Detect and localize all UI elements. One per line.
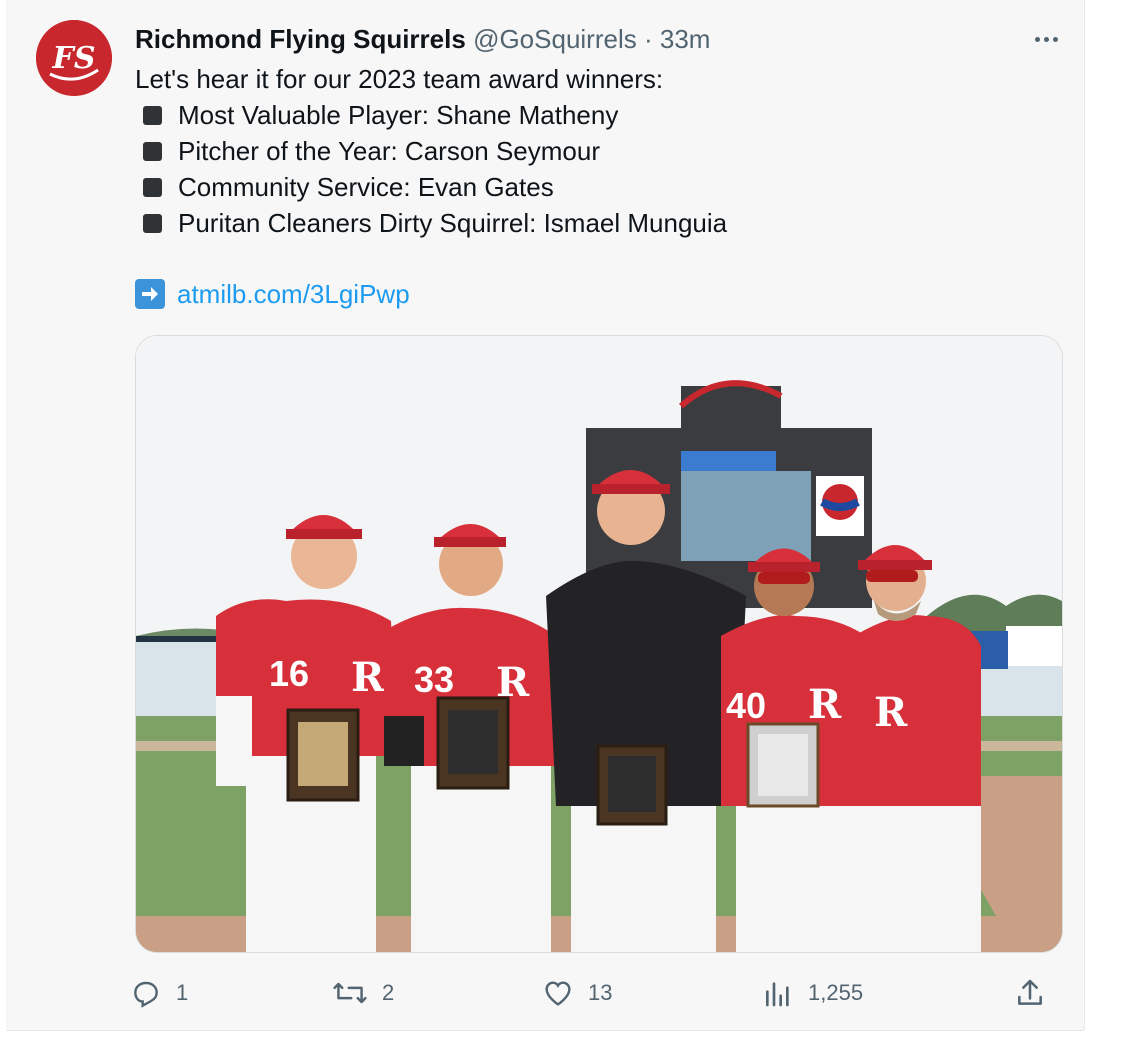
square-bullet-icon — [143, 105, 162, 125]
award-item: Most Valuable Player: Shane Matheny — [135, 97, 727, 133]
jersey-letter: R — [874, 689, 908, 736]
jersey-number: 33 — [414, 659, 454, 700]
divider — [1084, 0, 1085, 1030]
team-photo: 16 R 33 R 40 R R — [136, 336, 1062, 952]
award-item: Puritan Cleaners Dirty Squirrel: Ismael … — [135, 205, 727, 241]
retweet-count: 2 — [382, 980, 395, 1005]
jersey-letter: R — [808, 681, 842, 728]
bar-chart-icon — [766, 982, 789, 1007]
jersey-number: 40 — [726, 685, 766, 726]
award-item: Pitcher of the Year: Carson Seymour — [135, 133, 727, 169]
author-name[interactable]: Richmond Flying Squirrels — [135, 24, 466, 54]
share-button[interactable] — [1014, 975, 1060, 1011]
like-button[interactable]: 13 — [542, 975, 612, 1011]
tweet-header: Richmond Flying Squirrels @GoSquirrels ·… — [135, 22, 710, 56]
tweet-photo[interactable]: 16 R 33 R 40 R R — [135, 335, 1063, 953]
square-bullet-icon — [143, 177, 162, 197]
team-logo: FS — [36, 20, 112, 96]
heart-icon — [545, 981, 571, 1006]
share-icon — [1018, 979, 1042, 1005]
award-text: Most Valuable Player: Shane Matheny — [178, 100, 619, 130]
reply-icon — [134, 981, 158, 1008]
link-row: atmilb.com/3LgiPwp — [135, 276, 410, 312]
separator-dot: · — [643, 24, 653, 54]
jersey-letter: R — [351, 654, 385, 701]
author-handle[interactable]: @GoSquirrels — [473, 24, 637, 54]
award-item: Community Service: Evan Gates — [135, 169, 727, 205]
award-text: Community Service: Evan Gates — [178, 172, 554, 202]
tweet-link[interactable]: atmilb.com/3LgiPwp — [177, 279, 410, 310]
views-button[interactable]: 1,255 — [762, 975, 863, 1011]
timestamp[interactable]: 33m — [660, 24, 711, 54]
like-count: 13 — [588, 980, 613, 1005]
retweet-button[interactable]: 2 — [332, 975, 394, 1011]
jersey-number: 16 — [269, 653, 309, 694]
square-bullet-icon — [143, 141, 162, 161]
views-count: 1,255 — [808, 980, 864, 1005]
more-dots-icon[interactable] — [1028, 30, 1064, 48]
award-text: Pitcher of the Year: Carson Seymour — [178, 136, 601, 166]
reply-count: 1 — [176, 980, 189, 1005]
square-bullet-icon — [143, 213, 162, 233]
avatar-initials: FS — [52, 41, 96, 76]
reply-button[interactable]: 1 — [130, 975, 188, 1011]
tweet-text: Let's hear it for our 2023 team award wi… — [135, 61, 727, 241]
divider — [6, 1030, 1084, 1031]
tweet-actions: 1 2 13 1,255 — [6, 975, 1084, 1011]
avatar[interactable]: FS — [36, 20, 112, 96]
tweet-card[interactable]: FS Richmond Flying Squirrels @GoSquirrel… — [6, 0, 1084, 1030]
award-text: Puritan Cleaners Dirty Squirrel: Ismael … — [178, 208, 728, 238]
retweet-icon — [333, 982, 367, 1004]
right-arrow-icon — [135, 279, 165, 309]
tweet-intro: Let's hear it for our 2023 team award wi… — [135, 64, 664, 94]
